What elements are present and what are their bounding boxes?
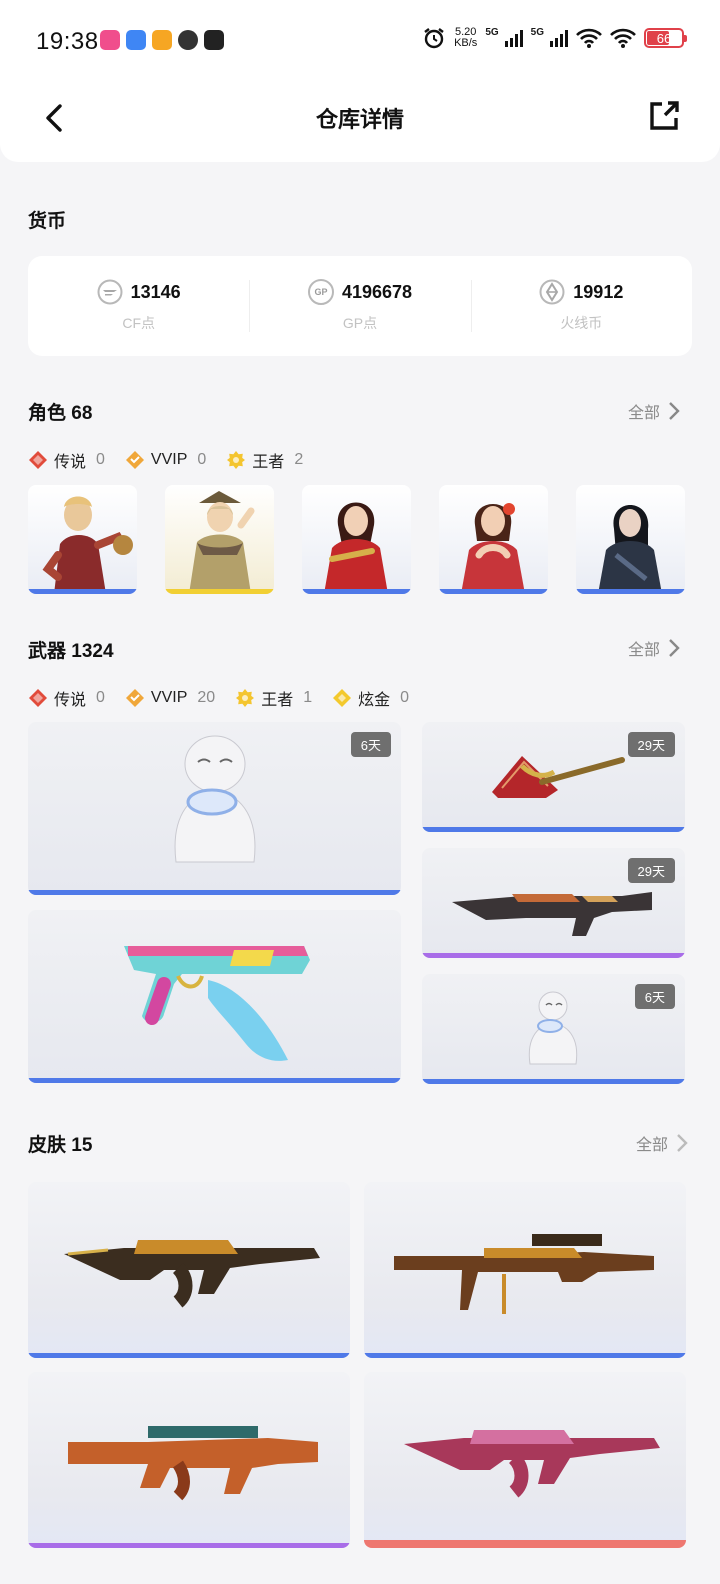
- skin-card[interactable]: [28, 1372, 350, 1548]
- signal-icon: [504, 29, 523, 47]
- king-rarity-icon: [236, 689, 255, 707]
- character-image: [461, 503, 525, 594]
- character-image: [189, 491, 255, 594]
- weapons-title: 武器 1324: [28, 641, 114, 662]
- skins-all-label: 全部: [635, 1137, 668, 1154]
- chevron-right-icon: [677, 1134, 688, 1152]
- legend-rarity-icon: [29, 689, 47, 707]
- app-notification-icon: [100, 30, 120, 50]
- alarm-icon: [424, 28, 444, 49]
- status-right: 5.20 KB/s 5G 5G 66: [422, 26, 687, 50]
- role-card[interactable]: [28, 485, 137, 594]
- coin-value: 19912: [573, 281, 624, 302]
- expiry-badge: 6天: [634, 984, 675, 1009]
- weapons-all-link[interactable]: 全部: [628, 636, 680, 660]
- app-notification-icon: [204, 30, 224, 50]
- network-type: 5G: [530, 26, 544, 38]
- king-rarity-icon: [227, 451, 246, 469]
- nav-bar: 仓库详情: [0, 78, 720, 162]
- vvip-rarity-icon: [125, 451, 144, 469]
- expiry-badge: 29天: [627, 732, 675, 757]
- filter-king[interactable]: 王者 2: [226, 448, 303, 472]
- skin-image: [64, 1240, 320, 1308]
- gold-rarity-icon: [333, 689, 352, 707]
- skin-card[interactable]: [364, 1182, 686, 1358]
- gp-label: GP点: [342, 315, 378, 331]
- expiry-badge: 29天: [627, 858, 675, 883]
- character-image: [42, 496, 133, 594]
- signal-icon: [550, 29, 568, 47]
- weapon-card[interactable]: 29天: [422, 848, 685, 958]
- character-image: [324, 502, 388, 594]
- currency-title: 货币: [28, 211, 67, 232]
- share-icon[interactable]: [644, 96, 684, 136]
- network-type: 5G: [485, 26, 499, 38]
- chevron-right-icon: [669, 402, 680, 420]
- weapon-image: [124, 946, 310, 1061]
- network-speed: 5.20 KB/s: [454, 26, 478, 49]
- roles-list: [28, 485, 685, 594]
- skin-image: [68, 1426, 318, 1501]
- skins-all-link[interactable]: 全部: [636, 1131, 688, 1155]
- cf-value: 13146: [130, 281, 181, 302]
- currency-card: 13146 CF点 GP 4196678 GP点 19912 火线币: [28, 256, 692, 356]
- gp-value: 4196678: [341, 281, 413, 302]
- filter-king[interactable]: 王者 1: [235, 686, 312, 710]
- weapons-all-label: 全部: [627, 642, 660, 659]
- wechat-icon: [178, 30, 198, 50]
- vvip-rarity-icon: [125, 689, 144, 707]
- weapon-card[interactable]: [28, 910, 401, 1083]
- weapon-card[interactable]: 6天: [28, 722, 401, 895]
- filter-gold[interactable]: 炫金 0: [332, 686, 409, 710]
- filter-legend[interactable]: 传说 0: [28, 686, 105, 710]
- message-notification-icon: [126, 30, 146, 50]
- weapon-card[interactable]: 6天: [422, 974, 685, 1084]
- app-notification-icon: [152, 30, 172, 50]
- legend-rarity-icon: [29, 451, 47, 469]
- coin-label: 火线币: [560, 315, 603, 331]
- skin-image: [404, 1430, 660, 1498]
- filter-vvip[interactable]: VVIP 0: [125, 450, 206, 470]
- gp-icon: GP: [307, 279, 334, 305]
- filter-vvip[interactable]: VVIP 20: [125, 688, 215, 708]
- battery-icon: 66: [644, 28, 687, 48]
- currency-cf: 13146 CF点: [28, 256, 249, 356]
- cf-label: CF点: [122, 315, 155, 331]
- role-card[interactable]: [165, 485, 274, 594]
- coin-icon: [539, 279, 565, 305]
- wifi-icon: [610, 28, 636, 48]
- cf-icon: [97, 279, 123, 305]
- filter-legend[interactable]: 传说 0: [28, 448, 105, 472]
- page-title: 仓库详情: [315, 107, 404, 132]
- skin-card[interactable]: [28, 1182, 350, 1358]
- role-card[interactable]: [439, 485, 548, 594]
- weapon-card[interactable]: 29天: [422, 722, 685, 832]
- skin-card[interactable]: [364, 1372, 686, 1548]
- currency-gp: GP 4196678 GP点: [249, 256, 470, 356]
- roles-rarity-filters: 传说 0 VVIP 0 王者 2: [28, 448, 303, 472]
- skin-image: [394, 1234, 654, 1314]
- role-card[interactable]: [302, 485, 411, 594]
- wifi-icon: [576, 28, 602, 48]
- notification-icons: [100, 30, 224, 50]
- skins-title: 皮肤 15: [28, 1135, 93, 1156]
- weapon-image: [174, 735, 256, 863]
- character-image: [598, 505, 662, 594]
- roles-all-label: 全部: [627, 405, 660, 422]
- expiry-badge: 6天: [350, 732, 391, 757]
- roles-title: 角色 68: [28, 403, 93, 424]
- status-time: 19:38: [36, 28, 99, 55]
- chevron-right-icon: [669, 639, 680, 657]
- status-bar: 19:38 5.20 KB/s 5G 5G 66: [0, 0, 720, 78]
- currency-coin: 19912 火线币: [470, 256, 692, 356]
- roles-all-link[interactable]: 全部: [628, 399, 680, 423]
- role-card[interactable]: [576, 485, 685, 594]
- weapons-rarity-filters: 传说 0 VVIP 20 王者 1 炫金 0: [28, 686, 409, 710]
